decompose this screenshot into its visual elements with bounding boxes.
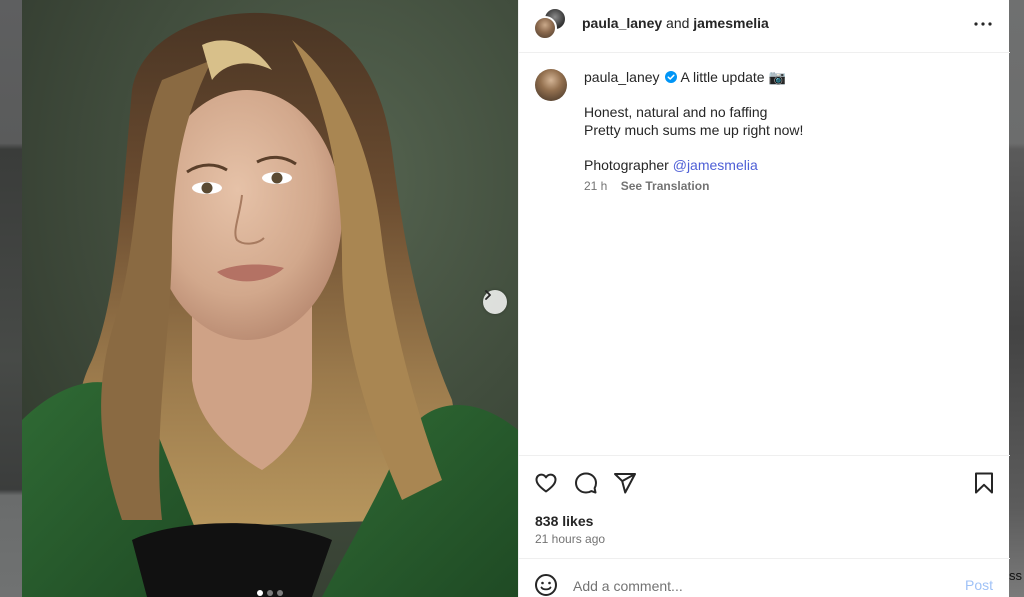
post-authors: paula_laney and jamesmelia bbox=[582, 14, 769, 32]
post-actions: 838 likes 21 hours ago bbox=[519, 455, 1010, 558]
share-icon bbox=[614, 473, 636, 494]
post-detail-panel: paula_laney and jamesmelia paula_laney A… bbox=[518, 0, 1010, 597]
comment-bar: Post bbox=[519, 558, 1010, 597]
like-button[interactable] bbox=[533, 470, 559, 496]
backdrop-edge-text: ss bbox=[1009, 568, 1022, 583]
chevron-right-icon bbox=[485, 290, 491, 300]
caption-photographer: Photographer @jamesmelia bbox=[584, 156, 994, 174]
post-comment-button[interactable]: Post bbox=[965, 577, 993, 593]
caption-line: Honest, natural and no faffing bbox=[584, 104, 768, 120]
author-conjunction: and bbox=[666, 15, 690, 31]
more-options-button[interactable] bbox=[971, 12, 995, 36]
collab-avatars[interactable] bbox=[533, 7, 567, 41]
emoji-icon bbox=[535, 574, 557, 596]
backdrop-right: ss bbox=[1009, 0, 1024, 597]
carousel-dot bbox=[257, 590, 263, 596]
backdrop-left bbox=[0, 0, 22, 597]
post-header: paula_laney and jamesmelia bbox=[519, 0, 1010, 53]
mention-link[interactable]: @jamesmelia bbox=[673, 157, 758, 173]
caption-avatar[interactable] bbox=[535, 69, 567, 101]
comment-icon bbox=[575, 472, 597, 494]
heart-icon bbox=[535, 473, 557, 493]
author-link-1[interactable]: paula_laney bbox=[582, 15, 662, 31]
author-link-2[interactable]: jamesmelia bbox=[693, 15, 769, 31]
photographer-label: Photographer bbox=[584, 157, 673, 173]
verified-icon bbox=[664, 71, 677, 83]
comment-button[interactable] bbox=[573, 470, 599, 496]
caption-headline: A little update 📷 bbox=[680, 69, 786, 85]
save-button[interactable] bbox=[971, 470, 997, 496]
carousel-dot bbox=[267, 590, 273, 596]
carousel-next-button[interactable] bbox=[483, 290, 507, 314]
bookmark-icon bbox=[975, 472, 993, 494]
emoji-button[interactable] bbox=[534, 573, 558, 597]
carousel-dot bbox=[277, 590, 283, 596]
more-icon bbox=[974, 22, 992, 26]
portrait-illustration bbox=[22, 0, 518, 597]
see-translation-button[interactable]: See Translation bbox=[621, 179, 710, 193]
likes-count[interactable]: 838 likes bbox=[535, 513, 593, 529]
avatar-paula-laney[interactable] bbox=[533, 16, 557, 40]
caption-username[interactable]: paula_laney bbox=[584, 68, 660, 86]
post-timestamp[interactable]: 21 hours ago bbox=[535, 532, 605, 546]
comment-input[interactable] bbox=[573, 576, 943, 596]
share-button[interactable] bbox=[612, 470, 638, 496]
caption-line: Pretty much sums me up right now! bbox=[584, 122, 804, 138]
post-photo bbox=[22, 0, 518, 597]
caption-timestamp[interactable]: 21 h bbox=[584, 179, 607, 193]
carousel-indicator bbox=[257, 590, 283, 596]
